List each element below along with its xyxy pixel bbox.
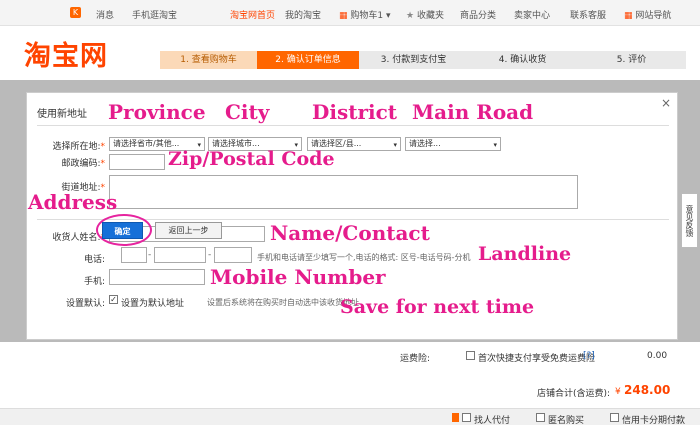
payment-icon xyxy=(452,413,459,422)
installment-checkbox[interactable] xyxy=(610,413,619,422)
shop-total-label: 店铺合计(含运费): xyxy=(537,389,611,399)
separator: - xyxy=(208,250,212,260)
annotation-city: City xyxy=(225,100,270,124)
categories-link[interactable]: 商品分类 xyxy=(460,8,496,21)
default-address-checkbox[interactable]: ✓ xyxy=(109,295,118,304)
zip-label: 邮政编码:* xyxy=(25,156,105,169)
cart-label: 购物车1 xyxy=(350,11,384,21)
cart-link[interactable]: ▦ 购物车1 ▾ xyxy=(339,8,391,21)
phone-area-code-input[interactable] xyxy=(121,247,147,263)
favorites-label: 收藏夹 xyxy=(416,11,444,21)
messages-link[interactable]: 消息 xyxy=(96,8,114,21)
freight-insurance-checkbox[interactable] xyxy=(466,351,475,360)
name-label-text: 收货人姓名: xyxy=(52,233,101,243)
region-label-text: 选择所在地: xyxy=(52,142,101,152)
taobao-home-link[interactable]: 淘宝网首页 xyxy=(230,8,275,21)
step-view-cart: 1. 查看购物车 xyxy=(160,51,257,69)
customer-service-link[interactable]: 联系客服 xyxy=(570,8,606,21)
freight-insurance-value: 0.00 xyxy=(647,351,668,361)
shop-total-value: 248.00 xyxy=(624,383,671,397)
step-confirm-receipt: 4. 确认收货 xyxy=(468,51,577,69)
seller-center-link[interactable]: 卖家中心 xyxy=(514,8,550,21)
mobile-label: 手机: xyxy=(83,277,105,287)
region-label: 选择所在地:* xyxy=(25,139,105,152)
divider xyxy=(37,125,669,126)
favorites-link[interactable]: ★ 收藏夹 xyxy=(406,8,444,21)
mobile-taobao-link[interactable]: 手机逛淘宝 xyxy=(132,8,177,21)
cart-icon: ▦ xyxy=(339,11,348,21)
close-icon[interactable]: × xyxy=(661,96,671,110)
back-button[interactable]: 返回上一步 xyxy=(155,222,222,239)
taobao-app-icon[interactable]: K xyxy=(70,7,81,18)
phone-label: 电话: xyxy=(83,255,105,265)
confirm-button[interactable]: 确定 xyxy=(102,222,143,239)
pay-for-me-label[interactable]: 找人代付 xyxy=(474,413,510,425)
street-select-value: 请选择... xyxy=(409,139,441,148)
name-label: 收货人姓名:* xyxy=(25,230,105,243)
annotation-mobile: Mobile Number xyxy=(210,265,386,289)
city-select-value: 请选择城市... xyxy=(212,139,260,148)
mobile-number-input[interactable] xyxy=(109,269,205,285)
annotation-main-road: Main Road xyxy=(412,100,534,124)
help-link[interactable]: [?] xyxy=(583,351,595,361)
chevron-down-icon: ▾ xyxy=(386,11,391,21)
chevron-down-icon: ▾ xyxy=(493,141,497,149)
annotation-landline: Landline xyxy=(478,243,572,265)
province-select-value: 请选择省市/其他... xyxy=(113,139,180,148)
district-select-value: 请选择区/县... xyxy=(311,139,362,148)
annotation-province: Province xyxy=(108,100,206,124)
installment-label[interactable]: 信用卡分期付款 xyxy=(622,413,685,425)
street-address-textarea[interactable] xyxy=(109,175,578,209)
phone-extension-input[interactable] xyxy=(214,247,252,263)
anonymous-purchase-checkbox[interactable] xyxy=(536,413,545,422)
default-checkbox-label[interactable]: 设置为默认地址 xyxy=(121,296,184,309)
star-icon: ★ xyxy=(406,11,415,21)
order-progress-steps: 1. 查看购物车 2. 确认订单信息 3. 付款到支付宝 4. 确认收货 5. … xyxy=(160,51,686,69)
taobao-logo[interactable]: 淘宝网 xyxy=(24,34,108,73)
required-mark: * xyxy=(100,142,106,152)
required-mark: * xyxy=(100,159,106,169)
step-confirm-order: 2. 确认订单信息 xyxy=(257,51,359,69)
pay-for-me-checkbox[interactable] xyxy=(462,413,471,422)
freight-insurance-label: 运费险: xyxy=(400,354,431,364)
zip-label-text: 邮政编码: xyxy=(61,159,101,169)
annotation-save: Save for next time xyxy=(340,296,535,318)
annotation-district: District xyxy=(312,100,397,124)
currency-symbol: ¥ xyxy=(615,387,621,397)
dialog-title: 使用新地址 xyxy=(37,109,87,120)
bottom-options-bar: 找人代付 匿名购买 信用卡分期付款 xyxy=(0,408,700,425)
step-pay-alipay: 3. 付款到支付宝 xyxy=(359,51,468,69)
phone-hint: 手机和电话请至少填写一个,电话的格式: 区号-电话号码-分机 xyxy=(257,253,471,262)
anonymous-purchase-label[interactable]: 匿名购买 xyxy=(548,413,584,425)
separator: - xyxy=(148,250,152,260)
annotation-zip: Zip/Postal Code xyxy=(168,148,335,170)
freight-insurance-text: 首次快捷支付享受免费运费险 xyxy=(478,354,596,364)
annotation-name: Name/Contact xyxy=(270,221,430,245)
phone-number-input[interactable] xyxy=(154,247,206,263)
street-select[interactable]: 请选择... ▾ xyxy=(405,137,501,151)
top-nav-bar: K 消息 手机逛淘宝 淘宝网首页 我的淘宝 ▦ 购物车1 ▾ ★ 收藏夹 商品分… xyxy=(0,0,700,26)
feedback-tab[interactable]: 意见反馈 xyxy=(681,193,698,248)
annotation-address: Address xyxy=(28,190,118,214)
grid-icon: ▦ xyxy=(624,11,633,21)
site-nav-link[interactable]: ▦ 网站导航 xyxy=(624,8,671,21)
default-hint: 设置后系统将在购买时自动选中该收货地址 xyxy=(207,298,359,307)
my-taobao-link[interactable]: 我的淘宝 xyxy=(285,8,321,21)
default-label: 设置默认: xyxy=(65,299,105,309)
step-review: 5. 评价 xyxy=(577,51,686,69)
zip-input[interactable] xyxy=(109,154,165,170)
site-nav-label: 网站导航 xyxy=(635,11,672,21)
chevron-down-icon: ▾ xyxy=(393,141,397,149)
